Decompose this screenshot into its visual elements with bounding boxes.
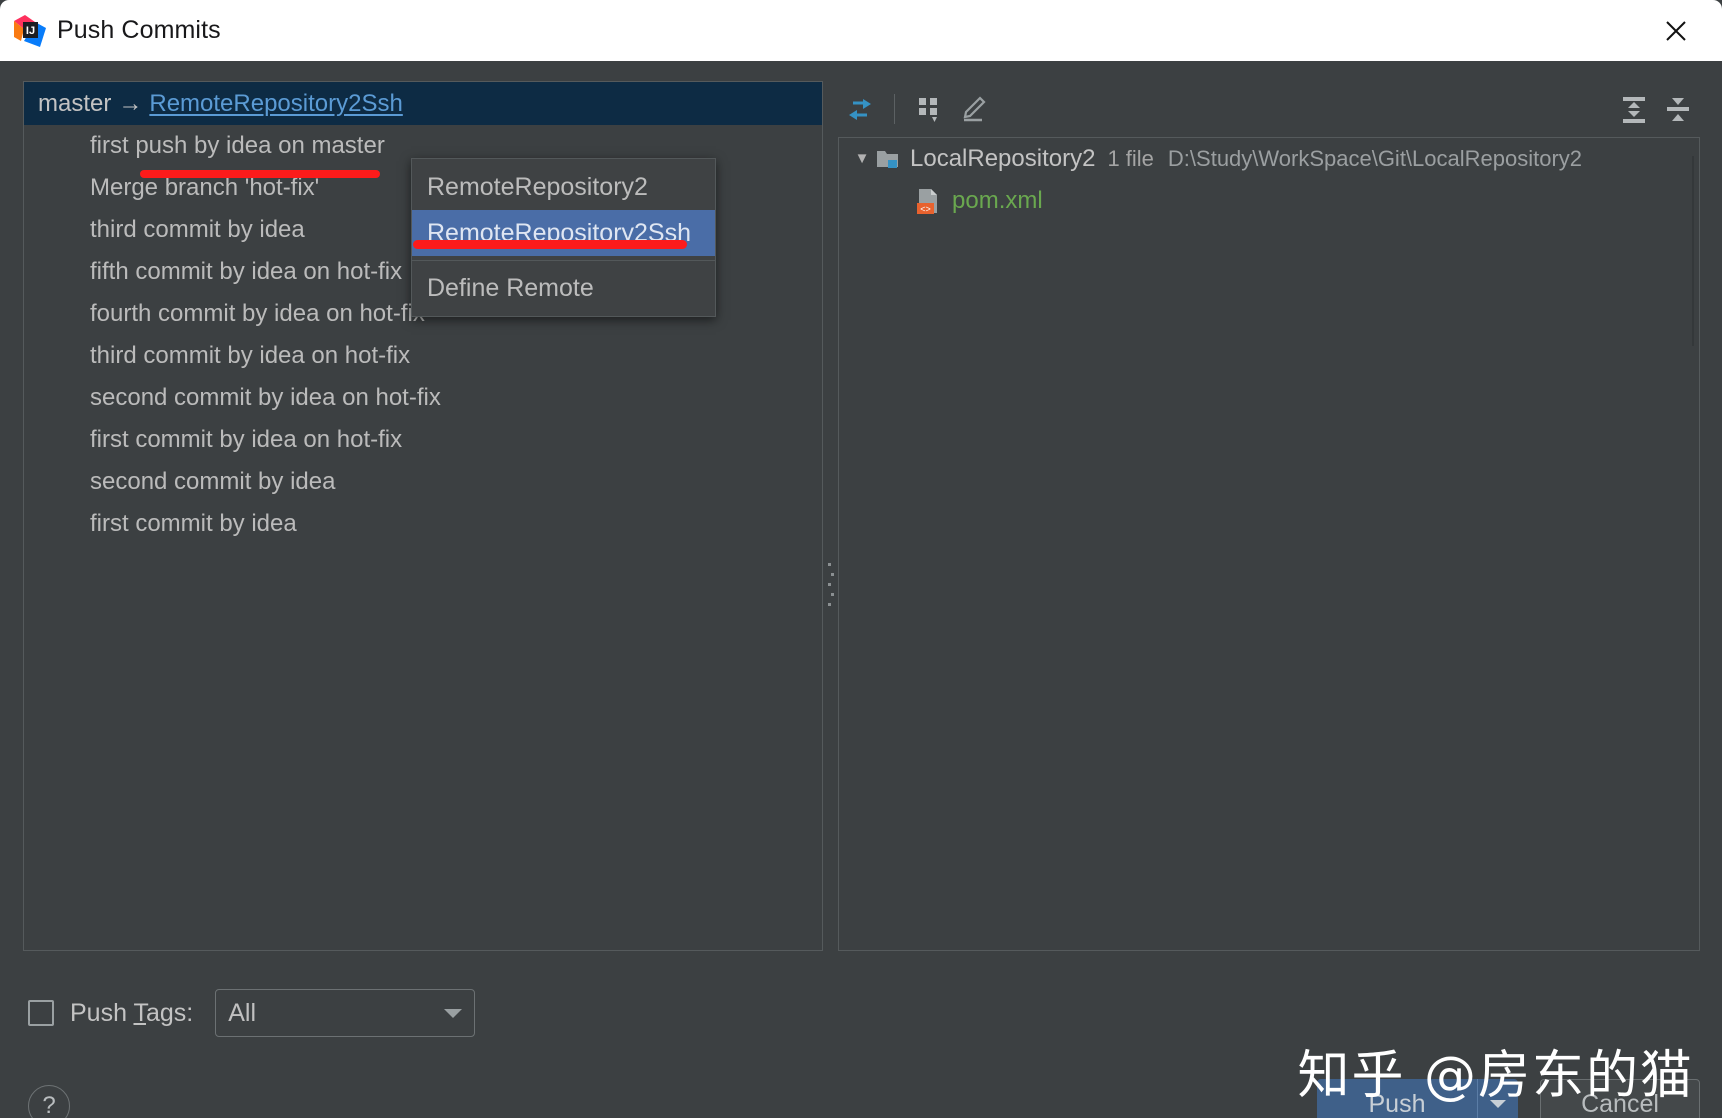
- svg-text:IJ: IJ: [26, 25, 35, 37]
- close-button[interactable]: [1630, 0, 1722, 61]
- collapse-all-button[interactable]: [1656, 87, 1700, 131]
- push-tags-checkbox[interactable]: [28, 1000, 54, 1026]
- file-count: 1 file: [1107, 145, 1154, 171]
- push-tags-label-before: Push: [70, 998, 134, 1027]
- commit-row[interactable]: first commit by idea on hot-fix: [24, 419, 822, 461]
- commit-row[interactable]: second commit by idea: [24, 461, 822, 503]
- repository-path: D:\Study\WorkSpace\Git\LocalRepository2: [1167, 145, 1583, 171]
- commit-message: first push by idea on master: [90, 132, 385, 159]
- splitter-grip-icon: [828, 563, 834, 609]
- compare-changes-button[interactable]: [838, 87, 882, 131]
- remote-select-popup[interactable]: RemoteRepository2 RemoteRepository2Ssh D…: [411, 158, 716, 317]
- panel-edge-line: [1692, 156, 1694, 346]
- module-folder-icon: [875, 147, 901, 171]
- commit-message: Merge branch 'hot-fix': [90, 174, 320, 201]
- help-button[interactable]: ?: [28, 1085, 70, 1118]
- push-commits-dialog: IJ Push Commits master → RemoteRepositor…: [0, 0, 1722, 1118]
- push-tags-label-after: ags:: [145, 998, 194, 1027]
- dialog-body: master → RemoteRepository2Ssh first push…: [0, 61, 1722, 1118]
- edit-pencil-icon: [963, 96, 986, 122]
- commit-message: second commit by idea on hot-fix: [90, 384, 441, 411]
- commit-message: second commit by idea: [90, 468, 336, 495]
- intellij-idea-logo-icon: IJ: [14, 14, 46, 47]
- cancel-button[interactable]: Cancel: [1540, 1079, 1700, 1118]
- push-target-row[interactable]: master → RemoteRepository2Ssh: [24, 82, 822, 125]
- collapse-all-icon: [1667, 98, 1689, 121]
- annotation-underline-remote: [140, 170, 380, 178]
- popup-item-remote-repository2[interactable]: RemoteRepository2: [412, 164, 715, 210]
- commit-message: third commit by idea: [90, 216, 305, 243]
- chevron-down-icon[interactable]: ▼: [849, 150, 875, 167]
- changed-files-panel: ▼ LocalRepository2 1 file D:\Study\WorkS…: [838, 81, 1700, 951]
- arrow-icon: →: [118, 89, 143, 117]
- chevron-down-icon: [1490, 1100, 1506, 1108]
- popup-item-define-remote[interactable]: Define Remote: [412, 265, 715, 311]
- commit-row[interactable]: second commit by idea on hot-fix: [24, 377, 822, 419]
- close-icon: [1666, 20, 1686, 41]
- group-by-icon: [919, 98, 937, 122]
- commit-message: fifth commit by idea on hot-fix: [90, 258, 403, 285]
- push-button[interactable]: Push: [1317, 1079, 1477, 1118]
- local-branch-label: master: [38, 89, 112, 117]
- commit-message: first commit by idea on hot-fix: [90, 426, 403, 453]
- push-options-dropdown-button[interactable]: [1478, 1079, 1518, 1118]
- push-tags-row: Push Tags: All: [28, 989, 476, 1037]
- popup-separator: [412, 260, 715, 261]
- tree-row-file[interactable]: <> pom.xml: [839, 179, 1699, 223]
- expand-all-button[interactable]: [1612, 87, 1656, 131]
- expand-all-icon: [1623, 97, 1645, 123]
- compare-changes-icon: [849, 99, 871, 120]
- window-titlebar: IJ Push Commits: [0, 0, 1722, 61]
- svg-text:<>: <>: [920, 204, 931, 214]
- file-name: pom.xml: [952, 187, 1043, 214]
- commit-row[interactable]: first commit by idea: [24, 503, 822, 545]
- edit-source-button[interactable]: [951, 87, 995, 131]
- push-split-button[interactable]: Push: [1317, 1079, 1518, 1118]
- push-tags-combobox[interactable]: All: [215, 989, 476, 1037]
- push-tags-selected-value: All: [228, 998, 257, 1027]
- annotation-underline-menu-item: [413, 240, 687, 249]
- dialog-action-buttons: Push Cancel: [1317, 1079, 1700, 1118]
- titlebar-left-group: IJ Push Commits: [0, 14, 221, 47]
- commit-row[interactable]: third commit by idea on hot-fix: [24, 335, 822, 377]
- commit-message: first commit by idea: [90, 510, 297, 537]
- popup-item-remote-repository2-ssh[interactable]: RemoteRepository2Ssh: [412, 210, 715, 256]
- changed-files-toolbar: [838, 81, 1700, 137]
- changed-files-tree[interactable]: ▼ LocalRepository2 1 file D:\Study\WorkS…: [838, 137, 1700, 951]
- commit-message: third commit by idea on hot-fix: [90, 342, 411, 369]
- panel-splitter[interactable]: [824, 81, 838, 951]
- xml-file-icon: <>: [914, 187, 942, 215]
- commit-message: fourth commit by idea on hot-fix: [90, 300, 425, 327]
- group-by-button[interactable]: [907, 87, 951, 131]
- repository-name: LocalRepository2: [910, 144, 1096, 172]
- remote-branch-link[interactable]: RemoteRepository2Ssh: [149, 90, 402, 118]
- toolbar-separator: [894, 94, 895, 124]
- push-tags-label: Push Tags:: [70, 999, 193, 1028]
- push-tags-label-mnemonic: T: [133, 998, 146, 1027]
- chevron-down-icon: [444, 1008, 463, 1018]
- window-title: Push Commits: [57, 16, 221, 44]
- tree-row-repository-root[interactable]: ▼ LocalRepository2 1 file D:\Study\WorkS…: [839, 138, 1699, 179]
